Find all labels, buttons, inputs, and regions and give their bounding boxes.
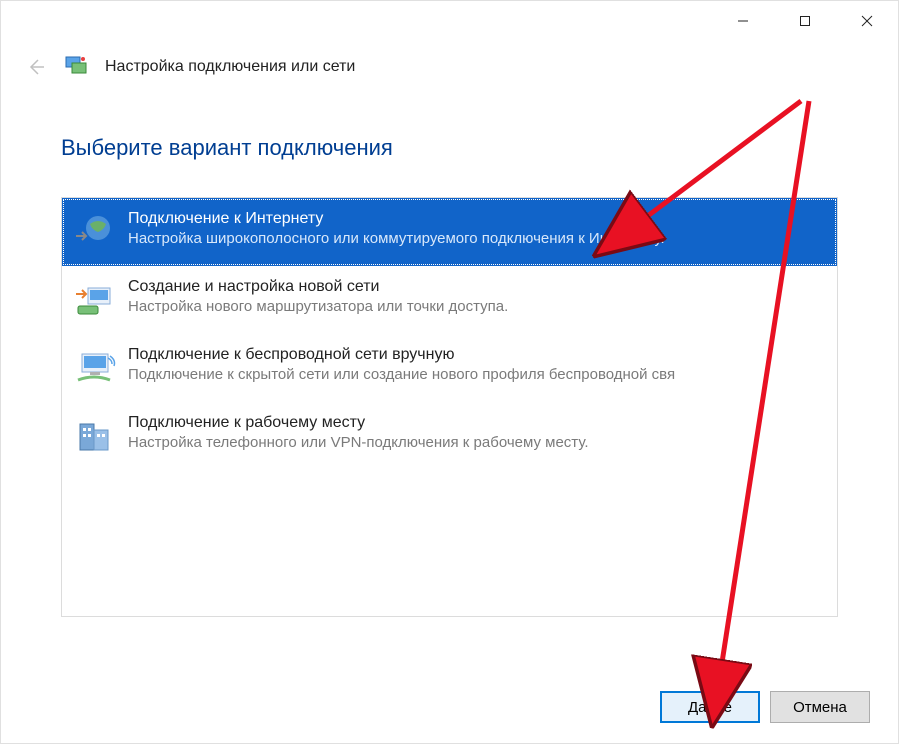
back-arrow-icon bbox=[24, 56, 46, 78]
close-icon bbox=[860, 14, 874, 28]
option-internet-connection[interactable]: Подключение к Интернету Настройка широко… bbox=[62, 198, 837, 266]
option-wireless-manual[interactable]: Подключение к беспроводной сети вручную … bbox=[62, 334, 837, 402]
wizard-header: Настройка подключения или сети bbox=[1, 49, 898, 99]
router-setup-icon bbox=[72, 278, 116, 322]
option-title: Подключение к рабочему месту bbox=[128, 414, 821, 432]
page-heading: Выберите вариант подключения bbox=[61, 135, 838, 161]
option-desc: Настройка телефонного или VPN-подключени… bbox=[128, 434, 821, 451]
workplace-building-icon bbox=[72, 414, 116, 458]
titlebar bbox=[1, 1, 898, 49]
option-text: Подключение к беспроводной сети вручную … bbox=[128, 346, 821, 383]
option-title: Подключение к беспроводной сети вручную bbox=[128, 346, 821, 364]
next-button[interactable]: Далее bbox=[660, 691, 760, 723]
globe-network-icon bbox=[72, 210, 116, 254]
wizard-title: Настройка подключения или сети bbox=[105, 58, 355, 76]
maximize-icon bbox=[799, 15, 811, 27]
option-desc: Подключение к скрытой сети или создание … bbox=[128, 366, 821, 383]
option-text: Создание и настройка новой сети Настройк… bbox=[128, 278, 821, 315]
option-title: Подключение к Интернету bbox=[128, 210, 821, 228]
wizard-content: Выберите вариант подключения Подключение… bbox=[1, 99, 898, 617]
minimize-icon bbox=[737, 15, 749, 27]
option-workplace[interactable]: Подключение к рабочему месту Настройка т… bbox=[62, 402, 837, 470]
minimize-button[interactable] bbox=[712, 3, 774, 39]
close-button[interactable] bbox=[836, 3, 898, 39]
wireless-monitor-icon bbox=[72, 346, 116, 390]
network-wizard-icon bbox=[63, 53, 91, 81]
option-new-network[interactable]: Создание и настройка новой сети Настройк… bbox=[62, 266, 837, 334]
option-text: Подключение к рабочему месту Настройка т… bbox=[128, 414, 821, 451]
wizard-window: Настройка подключения или сети Выберите … bbox=[0, 0, 899, 744]
connection-option-list: Подключение к Интернету Настройка широко… bbox=[61, 197, 838, 617]
cancel-button[interactable]: Отмена bbox=[770, 691, 870, 723]
option-text: Подключение к Интернету Настройка широко… bbox=[128, 210, 821, 247]
wizard-footer: Далее Отмена bbox=[660, 691, 870, 723]
back-button[interactable] bbox=[21, 53, 49, 81]
option-desc: Настройка широкополосного или коммутируе… bbox=[128, 230, 821, 247]
option-desc: Настройка нового маршрутизатора или точк… bbox=[128, 298, 821, 315]
option-title: Создание и настройка новой сети bbox=[128, 278, 821, 296]
maximize-button[interactable] bbox=[774, 3, 836, 39]
